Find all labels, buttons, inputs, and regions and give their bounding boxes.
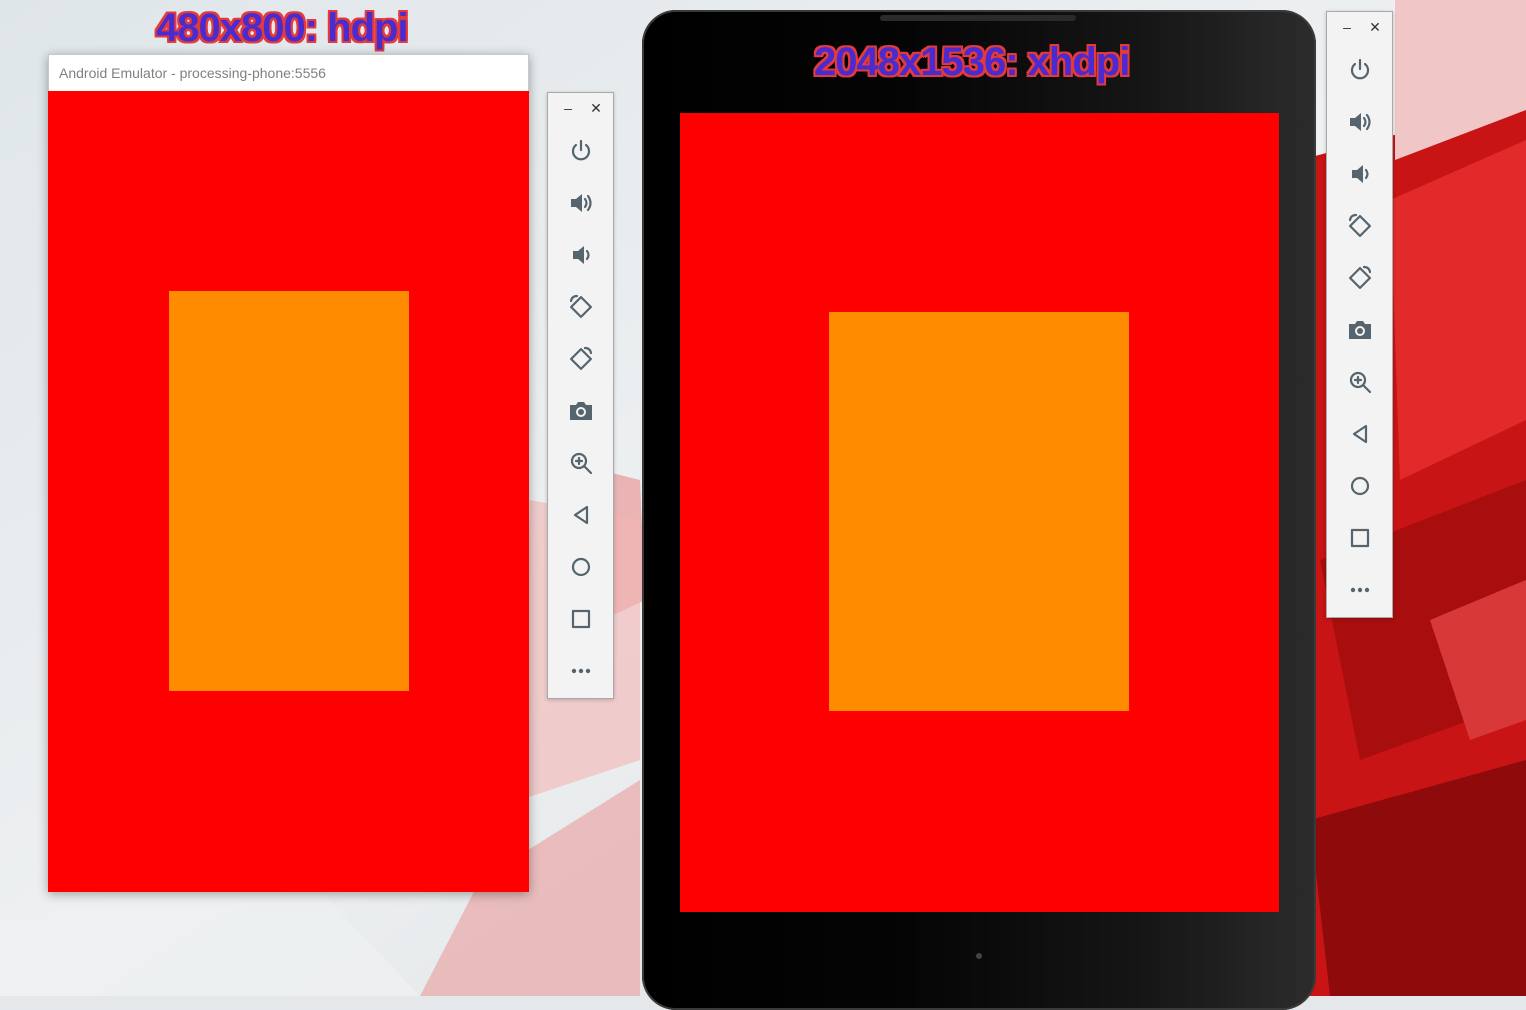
volume-up-icon	[570, 194, 592, 212]
tablet-resolution-label: 2048x1536: xhdpi	[814, 40, 1130, 84]
phone-resolution-label: 480x800: hdpi	[156, 6, 409, 50]
minimize-button[interactable]: –	[560, 99, 576, 117]
rotate-left-button[interactable]	[1327, 200, 1392, 252]
back-button[interactable]	[1327, 408, 1392, 460]
volume-down-icon	[1351, 165, 1369, 183]
zoom-button[interactable]	[548, 437, 613, 489]
close-button[interactable]: ✕	[1367, 18, 1383, 36]
phone-orange-rectangle	[169, 291, 409, 691]
home-button[interactable]	[1327, 460, 1392, 512]
volume-down-button[interactable]	[1327, 148, 1392, 200]
power-button[interactable]	[1327, 44, 1392, 96]
overview-icon	[571, 609, 590, 629]
more-icon	[571, 668, 590, 674]
power-icon	[1350, 58, 1369, 80]
overview-button[interactable]	[548, 593, 613, 645]
volume-down-icon	[572, 246, 590, 264]
rotate-left-icon	[1348, 213, 1371, 237]
minimize-button[interactable]: –	[1339, 18, 1355, 36]
zoom-button[interactable]	[1327, 356, 1392, 408]
tablet-home-indicator	[976, 953, 982, 959]
volume-down-button[interactable]	[548, 229, 613, 281]
power-button[interactable]	[548, 125, 613, 177]
volume-up-button[interactable]	[548, 177, 613, 229]
rotate-right-button[interactable]	[548, 333, 613, 385]
tablet-orange-rectangle	[829, 312, 1129, 711]
more-button[interactable]	[1327, 564, 1392, 616]
rotate-right-icon	[569, 346, 592, 370]
home-icon	[571, 557, 590, 577]
camera-icon	[1348, 321, 1371, 339]
volume-up-button[interactable]	[1327, 96, 1392, 148]
phone-emulator-window: Android Emulator - processing-phone:5556	[48, 54, 529, 892]
home-button[interactable]	[548, 541, 613, 593]
zoom-icon	[570, 452, 592, 475]
rotate-left-icon	[569, 294, 592, 318]
toolbar-window-controls: – ✕	[548, 93, 613, 125]
rotate-right-icon	[1348, 265, 1371, 289]
phone-window-titlebar[interactable]: Android Emulator - processing-phone:5556	[48, 54, 529, 91]
tablet-speaker-grille	[880, 15, 1076, 21]
phone-emulator-toolbar: – ✕	[547, 92, 614, 699]
overview-icon	[1350, 528, 1369, 548]
back-button[interactable]	[548, 489, 613, 541]
volume-up-icon	[1349, 113, 1371, 131]
rotate-left-button[interactable]	[548, 281, 613, 333]
close-button[interactable]: ✕	[588, 99, 604, 117]
camera-icon	[569, 402, 592, 420]
screenshot-button[interactable]	[548, 385, 613, 437]
tablet-screen[interactable]	[680, 113, 1279, 912]
screenshot-button[interactable]	[1327, 304, 1392, 356]
phone-screen[interactable]	[48, 91, 529, 892]
overview-button[interactable]	[1327, 512, 1392, 564]
tablet-emulator-toolbar: – ✕	[1326, 11, 1393, 618]
more-icon	[1350, 587, 1369, 593]
home-icon	[1350, 476, 1369, 496]
toolbar-window-controls: – ✕	[1327, 12, 1392, 44]
window-title: Android Emulator - processing-phone:5556	[59, 65, 326, 81]
more-button[interactable]	[548, 645, 613, 697]
zoom-icon	[1349, 371, 1371, 394]
back-icon	[1352, 424, 1367, 444]
back-icon	[573, 505, 588, 525]
rotate-right-button[interactable]	[1327, 252, 1392, 304]
power-icon	[571, 139, 590, 161]
